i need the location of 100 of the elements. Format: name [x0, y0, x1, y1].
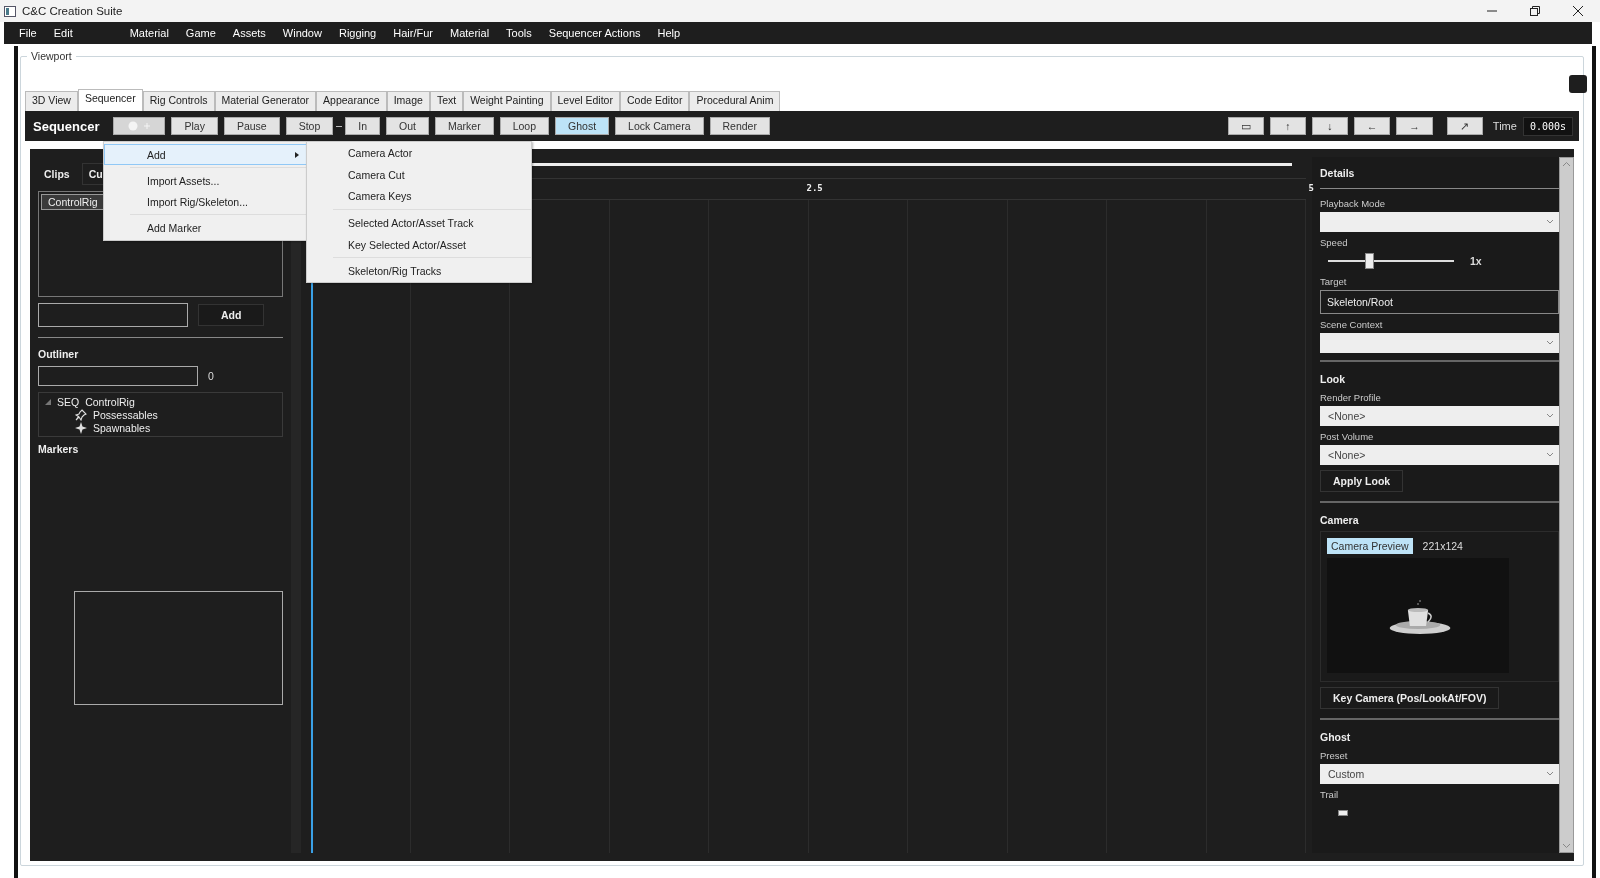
menu-item[interactable]: Window [277, 27, 334, 39]
section-title: Camera [1320, 513, 1360, 528]
field-label: Post Volume [1320, 431, 1375, 442]
apply-look-button[interactable]: Apply Look [1320, 470, 1404, 492]
ruler-label: 5 [1308, 183, 1314, 193]
menu-item[interactable]: Sequencer Actions [543, 27, 653, 39]
tab[interactable]: Material Generator [214, 91, 317, 111]
square-button[interactable] [1569, 75, 1587, 93]
clip-item[interactable]: ControlRig [41, 194, 105, 210]
menu-entry[interactable]: Key Selected Actor/Asset [307, 233, 531, 256]
tab[interactable]: Procedural Anim [689, 91, 781, 111]
app-icon [4, 5, 16, 17]
toolbar-button[interactable]: Loop [499, 117, 550, 135]
section-title: Look [1320, 372, 1347, 387]
tab[interactable]: Code Editor [619, 91, 690, 111]
tab[interactable]: 3D View [25, 91, 78, 111]
section-title: Outliner [38, 348, 80, 360]
tab[interactable]: Image [386, 91, 430, 111]
slider-thumb[interactable] [1365, 253, 1375, 269]
expander-icon[interactable] [45, 398, 51, 405]
toolbar-button[interactable]: Play [171, 117, 218, 135]
chevron-icon [1547, 772, 1553, 776]
menu-item[interactable]: Game [180, 27, 228, 39]
tab[interactable]: Text [429, 91, 464, 111]
restore-icon[interactable] [1530, 6, 1540, 16]
add-menu-button[interactable] [113, 117, 166, 135]
nav-button[interactable]: ← [1353, 117, 1391, 135]
tree-item[interactable]: Possessables [93, 408, 158, 421]
section-title: Ghost [1320, 730, 1352, 745]
submenu-arrow-icon [295, 151, 299, 158]
menu-item[interactable]: Edit [48, 27, 85, 39]
target-field[interactable]: Skeleton/Root [1320, 290, 1559, 314]
chevron-icon [1547, 414, 1553, 418]
chevron-icon [1547, 341, 1553, 345]
nav-button[interactable]: ↗ [1446, 117, 1483, 135]
toolbar-button[interactable]: Marker [435, 117, 494, 135]
window-title: C&C Creation Suite [22, 5, 123, 17]
menu-item[interactable]: Material [445, 27, 502, 39]
toolbar-button[interactable]: In [345, 117, 381, 135]
clip-name-field[interactable] [38, 303, 188, 327]
menu-entry[interactable]: Camera Cut [307, 163, 531, 186]
preset-dropdown[interactable]: Custom [1320, 764, 1559, 784]
tab[interactable]: Appearance [316, 91, 387, 111]
tree-item[interactable]: ControlRig [85, 395, 135, 408]
toolbar-button[interactable]: Ghost [555, 117, 610, 135]
preview-tab[interactable]: Camera Preview [1327, 538, 1413, 554]
toolbar-button[interactable]: Out [386, 117, 429, 135]
tab[interactable]: Weight Painting [463, 91, 551, 111]
menu-item[interactable]: Help [652, 27, 693, 39]
menu-item[interactable]: Material [124, 27, 181, 39]
chevron-icon [1547, 453, 1553, 457]
menu-entry[interactable]: Camera Actor [307, 142, 531, 164]
toolbar-button[interactable]: Pause [223, 117, 280, 135]
toolbar-button[interactable]: Lock Camera [615, 117, 704, 135]
field-label: Trail [1320, 789, 1340, 800]
add-button[interactable]: Add [198, 304, 265, 326]
field-label: Render Profile [1320, 392, 1382, 403]
field-label: Speed [1320, 237, 1349, 248]
nav-button[interactable]: ▭ [1227, 117, 1264, 135]
toolbar-button[interactable]: Render [709, 117, 770, 135]
nav-button[interactable]: ↓ [1311, 117, 1348, 135]
tree-item[interactable]: Spawnables [93, 421, 151, 434]
render-profile-dropdown[interactable]: <None> [1320, 406, 1559, 426]
panel-tab[interactable]: Clips [38, 164, 76, 184]
tree-tag: SEQ [57, 395, 80, 408]
filter-field[interactable] [38, 366, 198, 386]
menu-item[interactable]: Hair/Fur [388, 27, 445, 39]
pin-icon [75, 408, 87, 421]
menu-item[interactable]: Tools [501, 27, 544, 39]
tab[interactable]: Rig Controls [142, 91, 215, 111]
time-field[interactable]: 0.000s [1522, 116, 1573, 136]
menu-entry[interactable]: Skeleton/Rig Tracks [307, 260, 531, 283]
section-title: Markers [38, 443, 80, 455]
tab[interactable]: Sequencer [77, 89, 143, 111]
speed-value: 1x [1470, 255, 1482, 267]
field-label: Preset [1320, 750, 1349, 761]
menu-item[interactable]: Assets [227, 27, 278, 39]
nav-button[interactable]: → [1396, 117, 1433, 135]
panel-title: Details [1320, 166, 1356, 181]
menu-entry[interactable]: Selected Actor/Asset Track [307, 212, 531, 234]
field-label: Target [1320, 276, 1348, 287]
sparkle-icon [75, 421, 87, 434]
tab[interactable]: Level Editor [550, 91, 620, 111]
close-icon[interactable] [1573, 6, 1583, 16]
menu-entry[interactable]: Import Rig/Skeleton... [104, 191, 308, 212]
menu-entry[interactable]: Camera Keys [307, 185, 531, 208]
menu-item[interactable]: Rigging [333, 27, 389, 39]
chevron-icon [1547, 220, 1553, 224]
key-camera-button[interactable]: Key Camera (Pos/LookAt/FOV) [1320, 687, 1500, 709]
scroll-bar[interactable] [1559, 157, 1574, 853]
menu-item[interactable]: File [14, 27, 49, 39]
group-label: Viewport [27, 50, 76, 62]
nav-button[interactable]: ↑ [1269, 117, 1306, 135]
field-label: Scene Context [1320, 319, 1384, 330]
field-label: Playback Mode [1320, 198, 1386, 209]
toolbar-button[interactable]: Stop [285, 117, 334, 135]
menu-entry[interactable]: Add [104, 144, 308, 165]
post-volume-dropdown[interactable]: <None> [1320, 445, 1559, 465]
slider-thumb[interactable] [1337, 810, 1348, 816]
menu-entry[interactable]: Add Marker [104, 217, 308, 238]
